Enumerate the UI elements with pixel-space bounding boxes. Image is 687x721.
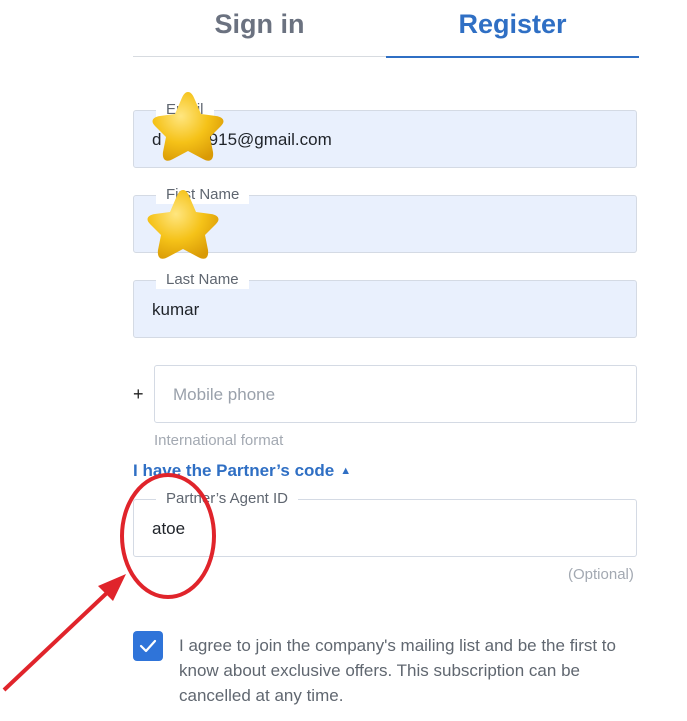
consent-text: I agree to join the company's mailing li… xyxy=(179,636,616,705)
mobile-phone-placeholder: Mobile phone xyxy=(173,385,276,404)
first-name-field[interactable]: First Name xyxy=(133,186,637,253)
partner-agent-id-label: Partner’s Agent ID xyxy=(156,490,299,508)
caret-up-icon: ▲ xyxy=(340,465,352,477)
check-icon xyxy=(139,639,157,653)
partner-code-toggle-label: I have the Partner’s code xyxy=(133,461,335,480)
partner-agent-id-field[interactable]: Partner’s Agent ID atoe xyxy=(133,490,637,557)
first-name-label: First Name xyxy=(156,186,250,204)
email-label: Email xyxy=(156,101,214,119)
last-name-value: kumar xyxy=(152,300,200,319)
mobile-phone-field[interactable]: Mobile phone xyxy=(154,365,637,423)
consent-checkbox[interactable] xyxy=(133,631,163,661)
tab-sign-in-label: Sign in xyxy=(214,8,305,39)
mobile-phone-hint: International format xyxy=(154,432,284,449)
partner-agent-id-value: atoe xyxy=(152,519,186,538)
partner-code-toggle[interactable]: I have the Partner’s code ▲ xyxy=(133,461,351,481)
last-name-field[interactable]: Last Name kumar xyxy=(133,271,637,338)
email-value: d 915@gmail.com xyxy=(152,130,332,149)
tab-register-label: Register xyxy=(458,8,567,39)
last-name-label: Last Name xyxy=(156,271,249,289)
annotation-arrow-head xyxy=(98,574,126,601)
tab-register[interactable]: Register xyxy=(386,0,639,58)
email-field[interactable]: Email d 915@gmail.com xyxy=(133,101,637,168)
tab-sign-in[interactable]: Sign in xyxy=(133,0,386,57)
partner-agent-id-hint: (Optional) xyxy=(568,566,634,583)
annotation-arrow-line xyxy=(2,588,112,692)
annotation-overlay xyxy=(2,473,216,692)
phone-prefix: + xyxy=(133,384,144,404)
